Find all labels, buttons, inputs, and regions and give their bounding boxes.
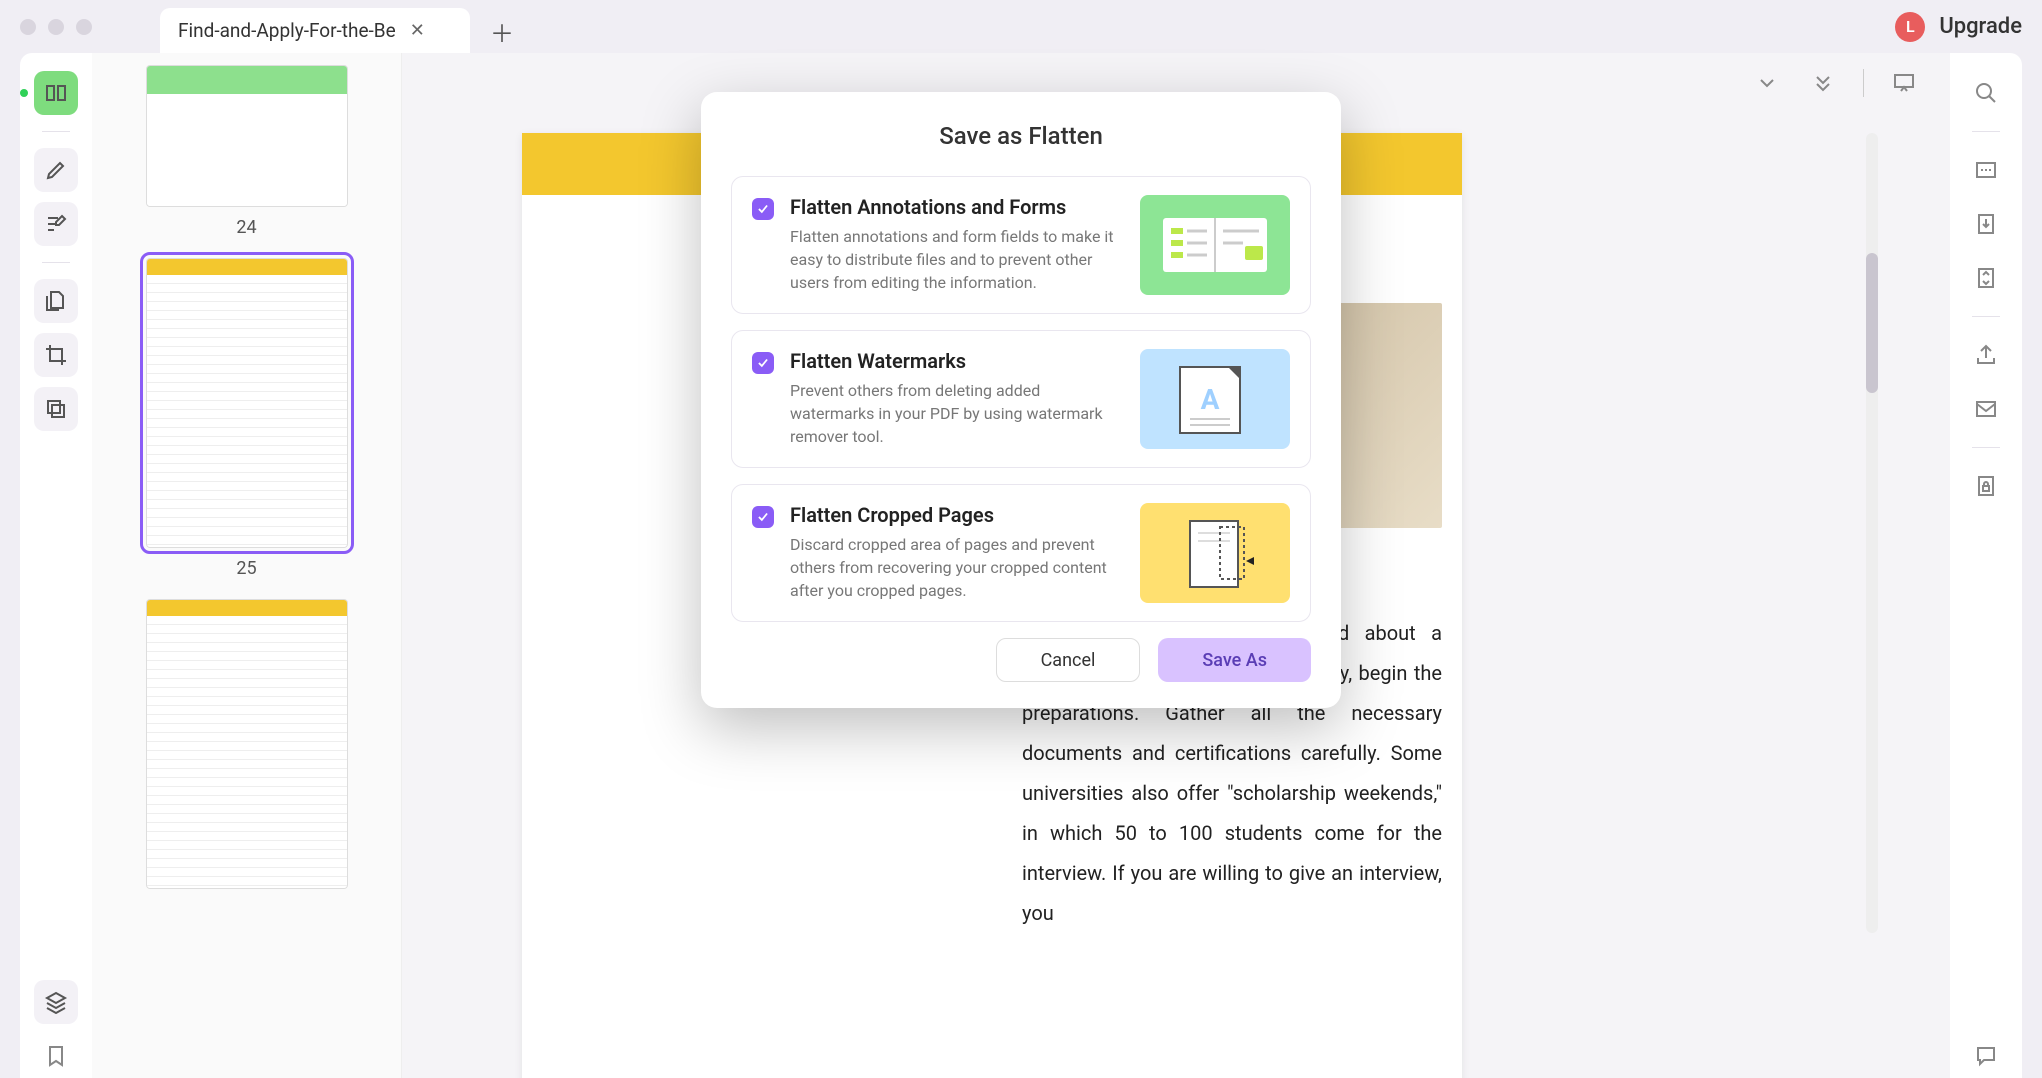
checkbox[interactable] [752, 506, 774, 528]
close-window-button[interactable] [20, 19, 36, 35]
compress-icon [1974, 266, 1998, 290]
book-open-icon [44, 81, 68, 105]
maximize-window-button[interactable] [76, 19, 92, 35]
option-flatten-cropped[interactable]: Flatten Cropped Pages Discard cropped ar… [731, 484, 1311, 622]
active-indicator-icon [20, 89, 28, 97]
upgrade-button[interactable]: Upgrade [1939, 14, 2022, 39]
tab-title: Find-and-Apply-For-the-Be [178, 19, 396, 42]
thumbnail-item[interactable] [92, 599, 401, 889]
doc-crop-icon [1160, 513, 1270, 593]
option-title: Flatten Annotations and Forms [790, 195, 1124, 219]
page-mode-button[interactable] [1807, 67, 1839, 99]
titlebar: Find-and-Apply-For-the-Be ✕ ＋ L Upgrade [0, 0, 2042, 53]
right-toolbar [1950, 53, 2022, 1078]
book-annotations-icon [1155, 210, 1275, 280]
document-tab[interactable]: Find-and-Apply-For-the-Be ✕ [160, 8, 470, 53]
thumbnail-item[interactable]: 24 [92, 65, 401, 238]
left-toolbar [20, 53, 92, 1078]
doc-watermark-icon: A [1160, 359, 1270, 439]
bookmarks-button[interactable] [34, 1034, 78, 1078]
pages-icon [44, 289, 68, 313]
check-icon [756, 356, 770, 370]
protect-button[interactable] [1964, 464, 2008, 508]
check-icon [756, 202, 770, 216]
save-as-button[interactable]: Save As [1158, 638, 1311, 682]
vertical-scrollbar[interactable] [1866, 133, 1878, 933]
avatar[interactable]: L [1895, 12, 1925, 42]
organize-pages-button[interactable] [34, 279, 78, 323]
lock-file-icon [1974, 474, 1998, 498]
divider [1863, 69, 1864, 97]
divider [1972, 131, 2000, 132]
thumbnail-panel[interactable]: 24 25 [92, 53, 402, 1078]
pencil-icon [44, 158, 68, 182]
share-icon [1974, 343, 1998, 367]
search-icon [1974, 81, 1998, 105]
comment-icon [1974, 1044, 1998, 1068]
illustration-annotations [1140, 195, 1290, 295]
chevron-down-icon [1755, 71, 1779, 95]
stack-icon [44, 990, 68, 1014]
option-flatten-annotations[interactable]: Flatten Annotations and Forms Flatten an… [731, 176, 1311, 314]
thumbnail-label: 25 [236, 558, 256, 579]
crop-icon [44, 343, 68, 367]
window-controls [20, 19, 92, 35]
redact-button[interactable] [34, 387, 78, 431]
divider [42, 131, 70, 132]
double-chevron-down-icon [1811, 71, 1835, 95]
scroll-mode-button[interactable] [1751, 67, 1783, 99]
option-flatten-watermarks[interactable]: Flatten Watermarks Prevent others from d… [731, 330, 1311, 468]
cancel-button[interactable]: Cancel [996, 638, 1141, 682]
crop-button[interactable] [34, 333, 78, 377]
dialog-actions: Cancel Save As [731, 638, 1311, 682]
convert-icon [1974, 212, 1998, 236]
email-button[interactable] [1964, 387, 2008, 431]
thumbnail-item[interactable]: 25 [92, 258, 401, 579]
presentation-button[interactable] [1888, 67, 1920, 99]
ocr-icon [1974, 158, 1998, 182]
text-edit-icon [44, 212, 68, 236]
thumbnail-page[interactable] [146, 65, 348, 207]
save-flatten-dialog: Save as Flatten Flatten Annotations and … [701, 92, 1341, 708]
thumbnail-page-selected[interactable] [146, 258, 348, 548]
option-desc: Discard cropped area of pages and preven… [790, 533, 1124, 603]
divider [1972, 316, 2000, 317]
presentation-icon [1892, 71, 1916, 95]
search-button[interactable] [1964, 71, 2008, 115]
comments-button[interactable] [1964, 1034, 2008, 1078]
annotate-button[interactable] [34, 148, 78, 192]
convert-button[interactable] [1964, 202, 2008, 246]
layers-button[interactable] [34, 980, 78, 1024]
option-title: Flatten Cropped Pages [790, 503, 1124, 527]
ocr-button[interactable] [1964, 148, 2008, 192]
share-button[interactable] [1964, 333, 2008, 377]
option-title: Flatten Watermarks [790, 349, 1124, 373]
divider [1972, 447, 2000, 448]
option-desc: Prevent others from deleting added water… [790, 379, 1124, 449]
illustration-watermarks: A [1140, 349, 1290, 449]
check-icon [756, 510, 770, 524]
close-tab-icon[interactable]: ✕ [410, 20, 425, 41]
svg-text:A: A [1201, 383, 1220, 416]
checkbox[interactable] [752, 198, 774, 220]
checkbox[interactable] [752, 352, 774, 374]
option-desc: Flatten annotations and form fields to m… [790, 225, 1124, 295]
mail-icon [1974, 397, 1998, 421]
thumbnail-page[interactable] [146, 599, 348, 889]
layers-copy-icon [44, 397, 68, 421]
compress-button[interactable] [1964, 256, 2008, 300]
divider [42, 262, 70, 263]
minimize-window-button[interactable] [48, 19, 64, 35]
bookmark-icon [44, 1044, 68, 1068]
new-tab-button[interactable]: ＋ [490, 14, 514, 49]
view-toolbar [1751, 67, 1920, 99]
reader-mode-button[interactable] [34, 71, 78, 115]
illustration-crop [1140, 503, 1290, 603]
edit-text-button[interactable] [34, 202, 78, 246]
thumbnail-label: 24 [236, 217, 256, 238]
dialog-title: Save as Flatten [731, 122, 1311, 150]
